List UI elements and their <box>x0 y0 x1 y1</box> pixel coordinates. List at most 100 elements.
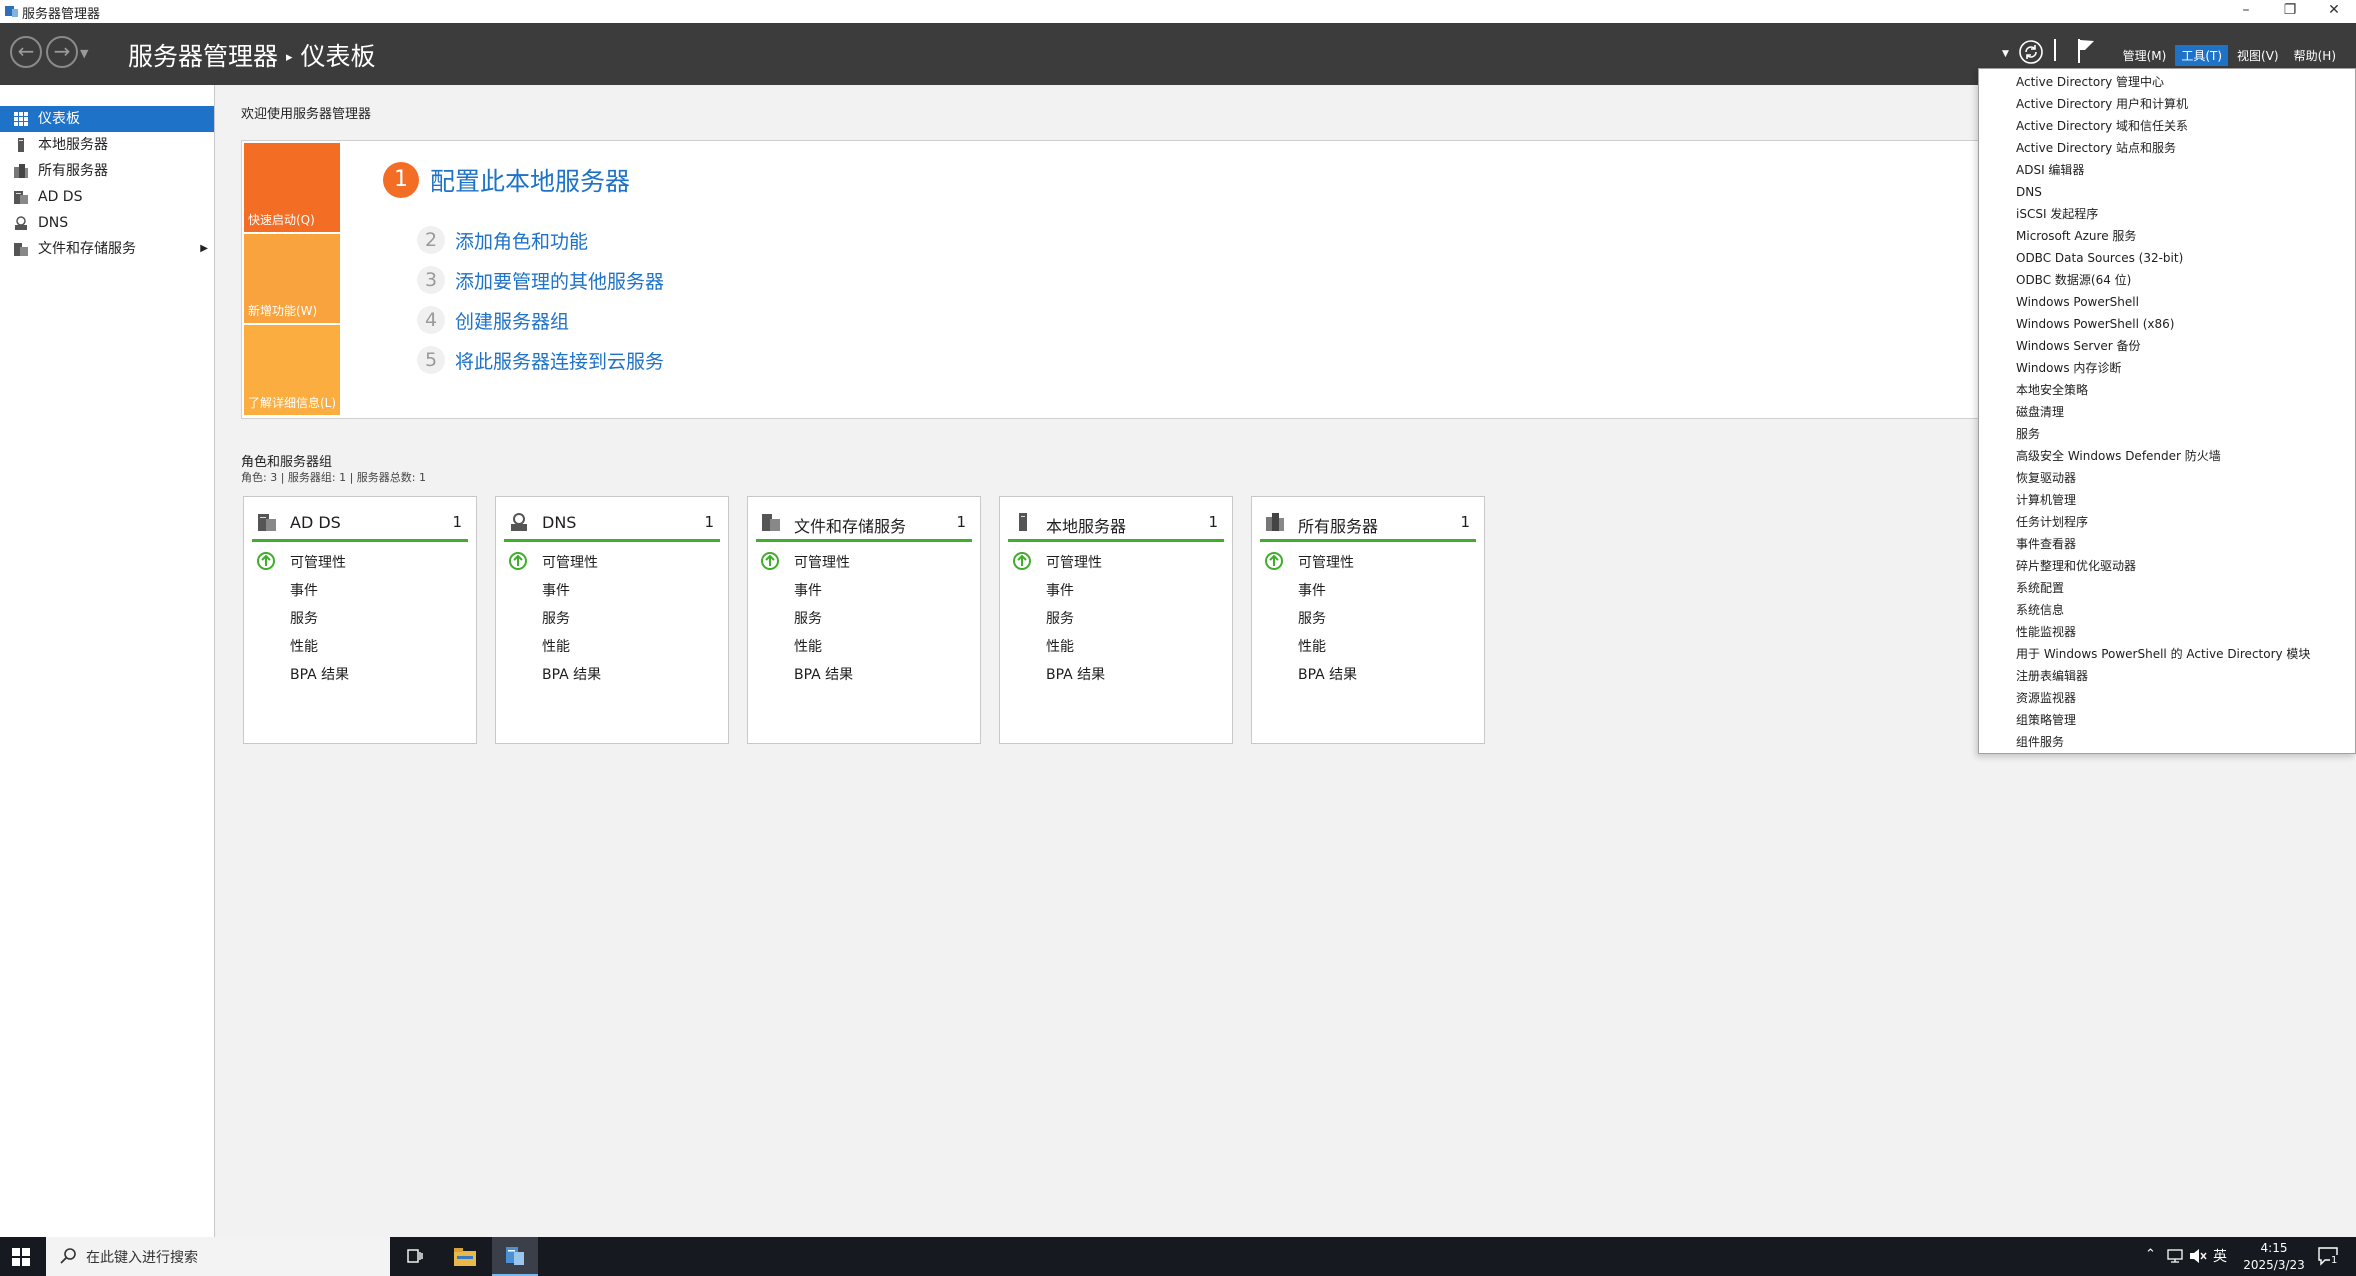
menu-item-powershell[interactable]: Windows PowerShell <box>1979 291 2355 313</box>
close-button[interactable]: ✕ <box>2312 0 2356 23</box>
menu-item-memory-diagnostic[interactable]: Windows 内存诊断 <box>1979 357 2355 379</box>
menu-item-registry-editor[interactable]: 注册表编辑器 <box>1979 665 2355 687</box>
sidebar-item-all-servers[interactable]: 所有服务器 <box>0 158 214 184</box>
network-icon[interactable] <box>2167 1249 2183 1263</box>
refresh-dropdown-icon[interactable]: ▼ <box>2002 49 2009 59</box>
sidebar-item-dns[interactable]: DNS <box>0 210 214 236</box>
forward-button[interactable]: → <box>46 36 78 68</box>
system-clock[interactable]: 4:15 2025/3/23 <box>2239 1240 2309 1274</box>
menu-item-event-viewer[interactable]: 事件查看器 <box>1979 533 2355 555</box>
card-row-services[interactable]: 服务 <box>290 608 318 628</box>
menu-item-powershell-x86[interactable]: Windows PowerShell (x86) <box>1979 313 2355 335</box>
refresh-icon[interactable] <box>2018 39 2044 65</box>
notification-center-button[interactable]: 1 <box>2317 1246 2347 1268</box>
card-row-bpa[interactable]: BPA 结果 <box>290 664 349 684</box>
step-add-roles-link[interactable]: 添加角色和功能 <box>455 231 588 253</box>
breadcrumb-root[interactable]: 服务器管理器 <box>128 42 278 71</box>
menu-item-group-policy[interactable]: 组策略管理 <box>1979 709 2355 731</box>
menu-item-ad-sites-services[interactable]: Active Directory 站点和服务 <box>1979 137 2355 159</box>
step-configure-local-server-link[interactable]: 配置此本地服务器 <box>430 162 630 198</box>
server-manager-taskbar-button[interactable] <box>492 1237 538 1276</box>
menu-item-azure-services[interactable]: Microsoft Azure 服务 <box>1979 225 2355 247</box>
tile-learn-more[interactable]: 了解详细信息(L) <box>244 325 340 415</box>
menu-item-recovery-drive[interactable]: 恢复驱动器 <box>1979 467 2355 489</box>
menu-item-disk-cleanup[interactable]: 磁盘清理 <box>1979 401 2355 423</box>
card-row-performance[interactable]: 性能 <box>542 636 570 656</box>
step-create-server-group-link[interactable]: 创建服务器组 <box>455 311 569 333</box>
menu-item-performance-monitor[interactable]: 性能监视器 <box>1979 621 2355 643</box>
sidebar-item-ad-ds[interactable]: AD DS <box>0 184 214 210</box>
card-row-services[interactable]: 服务 <box>542 608 570 628</box>
menu-item-services[interactable]: 服务 <box>1979 423 2355 445</box>
task-view-button[interactable] <box>392 1237 438 1276</box>
menu-item-defragment[interactable]: 碎片整理和优化驱动器 <box>1979 555 2355 577</box>
menu-help[interactable]: 帮助(H) <box>2288 45 2342 66</box>
restore-button[interactable]: ❐ <box>2268 0 2312 23</box>
card-row-manageability[interactable]: 可管理性 <box>1046 552 1102 572</box>
card-row-performance[interactable]: 性能 <box>1046 636 1074 656</box>
show-hidden-icons-chevron-icon[interactable]: ⌃ <box>2145 1247 2156 1262</box>
role-card-local-server[interactable]: 本地服务器 1 可管理性 事件 服务 性能 BPA 结果 <box>999 496 1233 744</box>
menu-item-ad-users-computers[interactable]: Active Directory 用户和计算机 <box>1979 93 2355 115</box>
input-method-indicator[interactable]: 英 <box>2213 1246 2227 1266</box>
taskbar-search-box[interactable]: 在此键入进行搜索 <box>46 1237 390 1276</box>
menu-item-component-services[interactable]: 组件服务 <box>1979 731 2355 753</box>
menu-item-local-security-policy[interactable]: 本地安全策略 <box>1979 379 2355 401</box>
tile-quick-start[interactable]: 快速启动(Q) <box>244 143 340 232</box>
sidebar-item-dashboard[interactable]: 仪表板 <box>0 106 214 132</box>
expand-arrow-icon[interactable]: ▶ <box>200 236 208 262</box>
card-row-services[interactable]: 服务 <box>1046 608 1074 628</box>
menu-manage[interactable]: 管理(M) <box>2117 45 2173 66</box>
menu-item-defender-firewall[interactable]: 高级安全 Windows Defender 防火墙 <box>1979 445 2355 467</box>
step-add-servers-link[interactable]: 添加要管理的其他服务器 <box>455 271 664 293</box>
menu-item-odbc-32[interactable]: ODBC Data Sources (32-bit) <box>1979 247 2355 269</box>
menu-item-ad-admin-center[interactable]: Active Directory 管理中心 <box>1979 71 2355 93</box>
card-row-performance[interactable]: 性能 <box>1298 636 1326 656</box>
card-row-events[interactable]: 事件 <box>542 580 570 600</box>
menu-item-ad-domains-trusts[interactable]: Active Directory 域和信任关系 <box>1979 115 2355 137</box>
volume-muted-icon[interactable] <box>2189 1248 2207 1264</box>
card-row-bpa[interactable]: BPA 结果 <box>1298 664 1357 684</box>
back-button[interactable]: ← <box>10 36 42 68</box>
windows-start-icon[interactable] <box>12 1248 30 1266</box>
card-row-manageability[interactable]: 可管理性 <box>542 552 598 572</box>
card-row-events[interactable]: 事件 <box>1298 580 1326 600</box>
card-row-manageability[interactable]: 可管理性 <box>794 552 850 572</box>
role-card-ad-ds[interactable]: AD DS 1 可管理性 事件 服务 性能 BPA 结果 <box>243 496 477 744</box>
card-row-services[interactable]: 服务 <box>794 608 822 628</box>
card-row-events[interactable]: 事件 <box>290 580 318 600</box>
role-card-all-servers[interactable]: 所有服务器 1 可管理性 事件 服务 性能 BPA 结果 <box>1251 496 1485 744</box>
card-row-events[interactable]: 事件 <box>1046 580 1074 600</box>
menu-item-system-configuration[interactable]: 系统配置 <box>1979 577 2355 599</box>
step-connect-cloud-link[interactable]: 将此服务器连接到云服务 <box>455 351 664 373</box>
card-row-manageability[interactable]: 可管理性 <box>290 552 346 572</box>
card-row-services[interactable]: 服务 <box>1298 608 1326 628</box>
card-row-bpa[interactable]: BPA 结果 <box>542 664 601 684</box>
menu-item-computer-management[interactable]: 计算机管理 <box>1979 489 2355 511</box>
menu-item-resource-monitor[interactable]: 资源监视器 <box>1979 687 2355 709</box>
tile-whats-new[interactable]: 新增功能(W) <box>244 234 340 323</box>
menu-item-odbc-64[interactable]: ODBC 数据源(64 位) <box>1979 269 2355 291</box>
menu-tools[interactable]: 工具(T) <box>2175 45 2229 66</box>
card-row-manageability[interactable]: 可管理性 <box>1298 552 1354 572</box>
menu-item-system-information[interactable]: 系统信息 <box>1979 599 2355 621</box>
menu-item-dns[interactable]: DNS <box>1979 181 2355 203</box>
history-dropdown-icon[interactable]: ▼ <box>80 47 88 60</box>
menu-item-server-backup[interactable]: Windows Server 备份 <box>1979 335 2355 357</box>
card-row-bpa[interactable]: BPA 结果 <box>1046 664 1105 684</box>
file-explorer-button[interactable] <box>442 1237 488 1276</box>
menu-view[interactable]: 视图(V) <box>2231 45 2285 66</box>
minimize-button[interactable]: – <box>2224 0 2268 23</box>
menu-item-adsi-edit[interactable]: ADSI 编辑器 <box>1979 159 2355 181</box>
card-row-bpa[interactable]: BPA 结果 <box>794 664 853 684</box>
sidebar-item-file-storage[interactable]: 文件和存储服务 ▶ <box>0 236 214 262</box>
role-card-dns[interactable]: DNS 1 可管理性 事件 服务 性能 BPA 结果 <box>495 496 729 744</box>
sidebar-item-local-server[interactable]: 本地服务器 <box>0 132 214 158</box>
notifications-flag-icon[interactable] <box>2076 37 2098 65</box>
menu-item-iscsi-initiator[interactable]: iSCSI 发起程序 <box>1979 203 2355 225</box>
card-row-events[interactable]: 事件 <box>794 580 822 600</box>
menu-item-ad-powershell-module[interactable]: 用于 Windows PowerShell 的 Active Directory… <box>1979 643 2355 665</box>
card-row-performance[interactable]: 性能 <box>290 636 318 656</box>
role-card-file-storage[interactable]: 文件和存储服务 1 可管理性 事件 服务 性能 BPA 结果 <box>747 496 981 744</box>
menu-item-task-scheduler[interactable]: 任务计划程序 <box>1979 511 2355 533</box>
